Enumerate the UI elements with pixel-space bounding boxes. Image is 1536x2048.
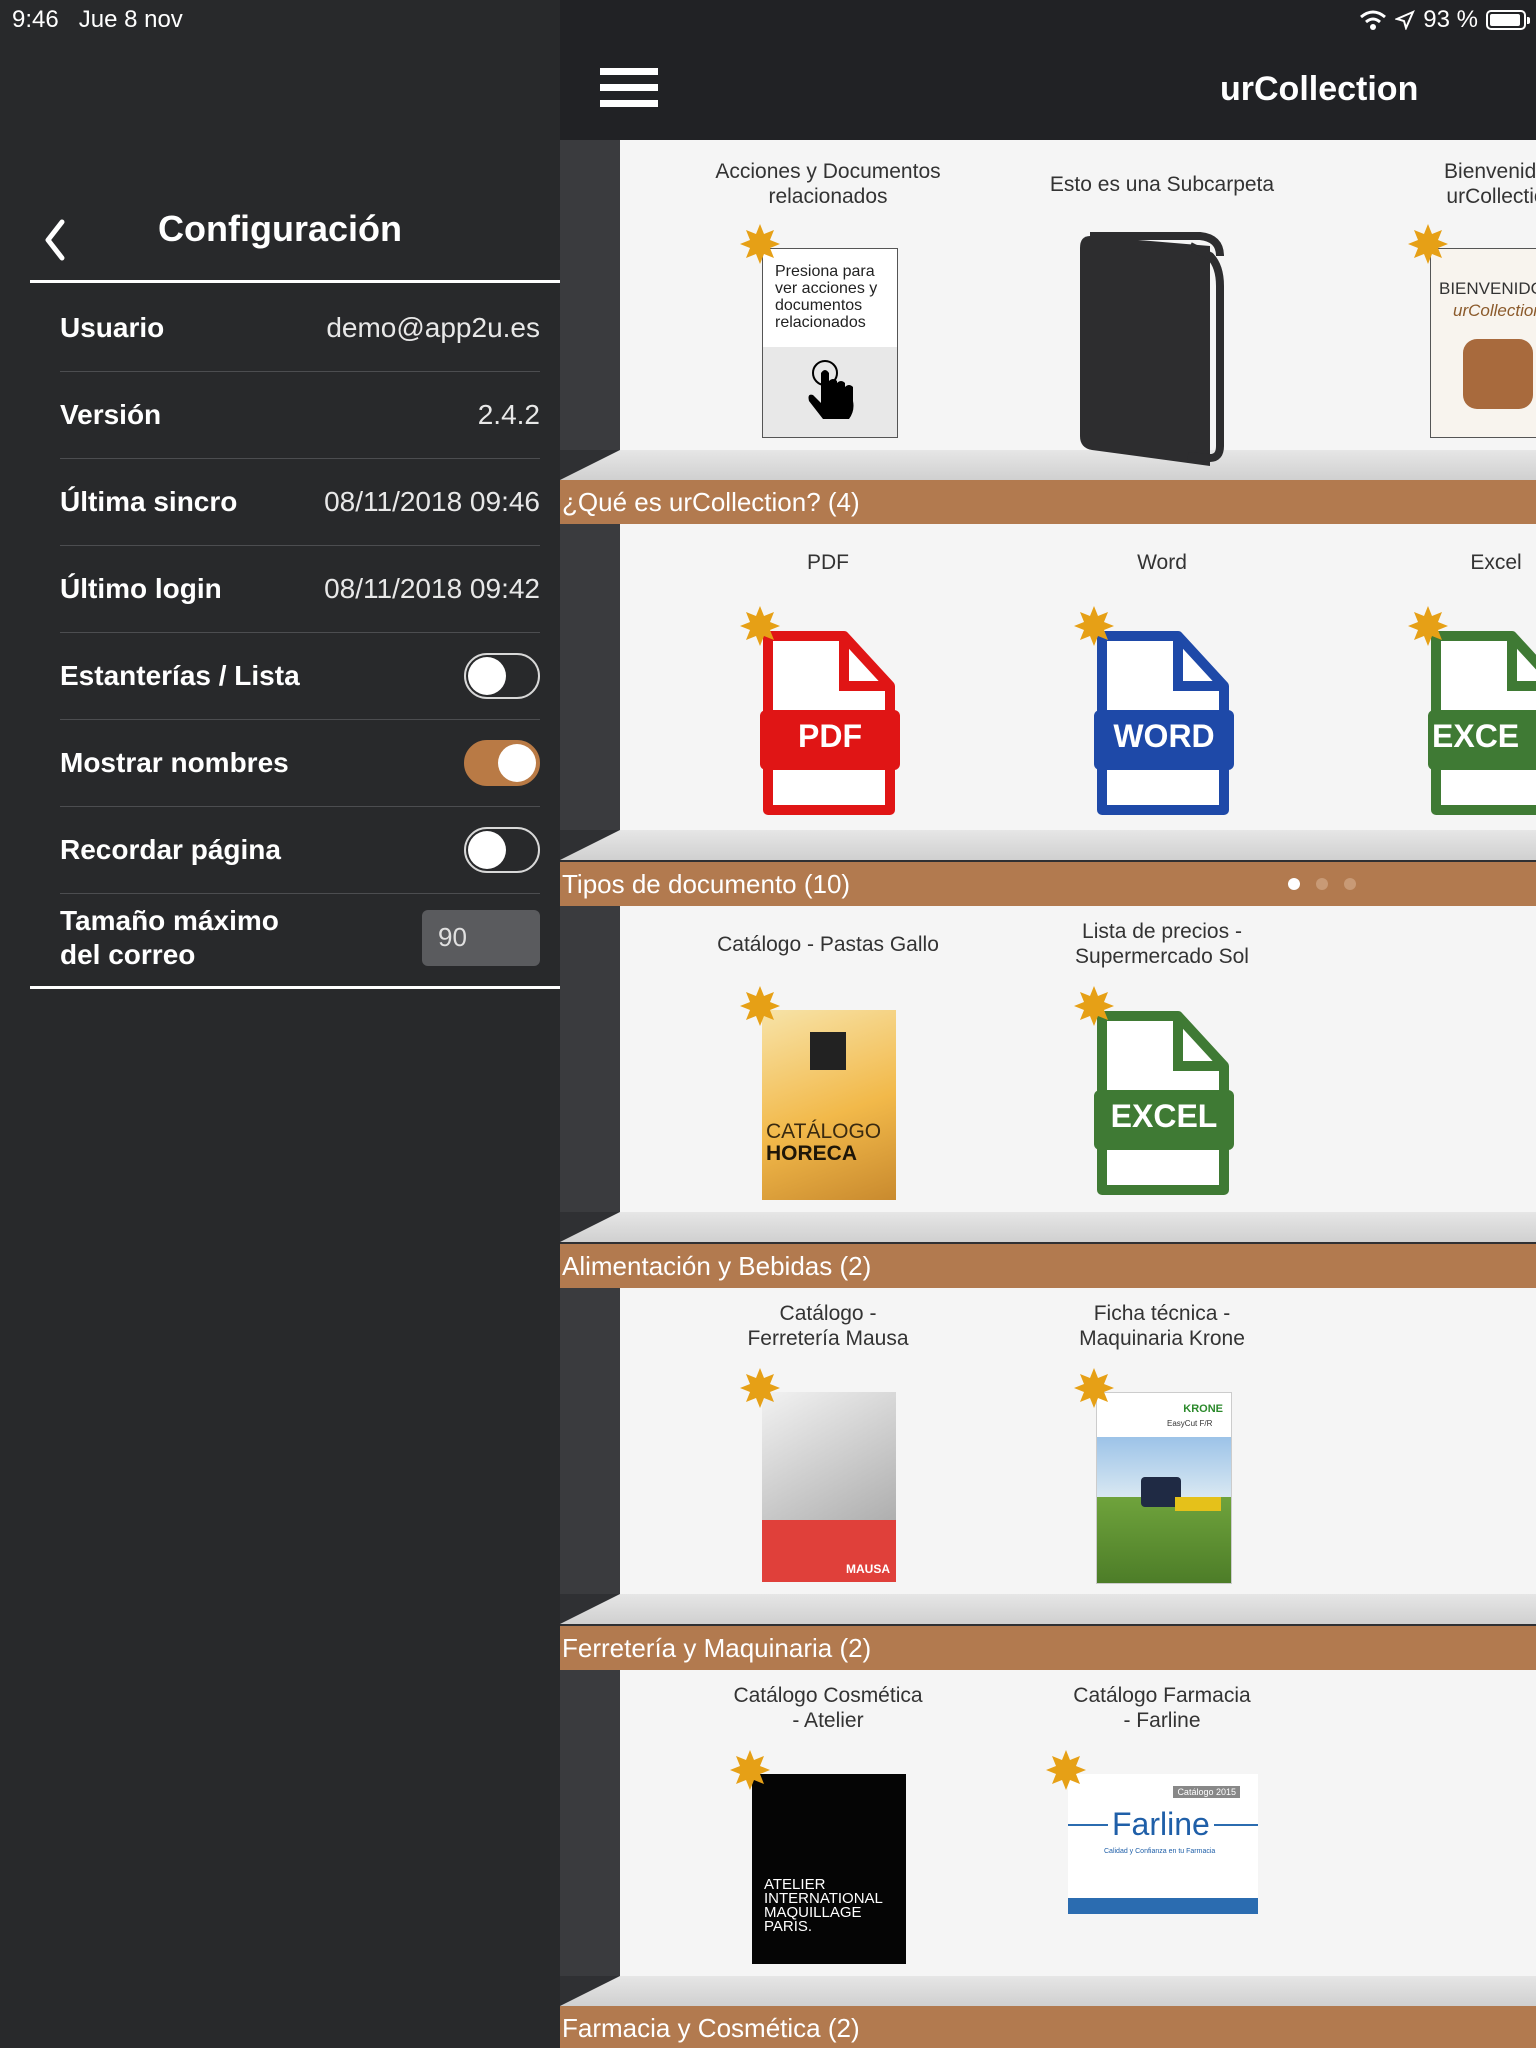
- gallo-catalog-cover[interactable]: CATÁLOGO HORECA: [762, 1010, 896, 1200]
- new-badge-icon: [1074, 1368, 1114, 1408]
- section-band[interactable]: Farmacia y Cosmética (2): [560, 2006, 1536, 2048]
- app-title: urCollection: [1220, 70, 1419, 108]
- new-badge-icon: [740, 606, 780, 646]
- excel-file-icon[interactable]: EXCEL: [1094, 1010, 1234, 1205]
- row-value: demo@app2u.es: [326, 312, 540, 343]
- row-label: Último login: [60, 573, 222, 604]
- header-divider: [30, 280, 560, 283]
- item-catalogo-mausa[interactable]: Catálogo - Ferretería Mausa: [678, 1300, 978, 1352]
- section-band[interactable]: Ferretería y Maquinaria (2): [560, 1626, 1536, 1670]
- nav-bar: 93 % urCollection: [560, 0, 1536, 140]
- row-ultimo-login: Último login 08/11/2018 09:42: [60, 546, 540, 633]
- new-badge-icon: [1074, 606, 1114, 646]
- shelf-featured: Acciones y Documentos relacionados Presio…: [560, 140, 1536, 480]
- row-value: 2.4.2: [477, 399, 540, 430]
- tap-hand-icon: [808, 360, 854, 419]
- item-subcarpeta[interactable]: Esto es una Subcarpeta: [1012, 158, 1312, 210]
- section-band[interactable]: Tipos de documento (10): [560, 862, 1536, 906]
- mausa-catalog-cover[interactable]: MAUSA: [762, 1392, 896, 1582]
- shelf-que-es: PDF PDF Word WORD Excel EXCE: [560, 524, 1536, 862]
- item-catalogo-atelier[interactable]: Catálogo Cosmética - Atelier: [678, 1682, 978, 1734]
- row-usuario: Usuario demo@app2u.es: [60, 285, 540, 372]
- page-title: Configuración: [158, 208, 402, 249]
- new-badge-icon: [730, 1750, 770, 1790]
- shelf-tipos: Catálogo - Pastas Gallo CATÁLOGO HORECA …: [560, 906, 1536, 1244]
- item-pdf[interactable]: PDF: [678, 536, 978, 588]
- row-label: Versión: [60, 399, 162, 430]
- briefcase-icon: [1463, 339, 1533, 409]
- row-label: Usuario: [60, 312, 165, 343]
- status-date: Jue 8 nov: [78, 6, 183, 33]
- battery-percent: 93 %: [1423, 6, 1478, 33]
- row-estanterias-lista: Estanterías / Lista: [60, 633, 540, 720]
- mostrar-nombres-toggle[interactable]: [464, 740, 540, 786]
- pdf-file-icon[interactable]: PDF: [760, 630, 900, 825]
- back-chevron-icon[interactable]: [36, 210, 76, 270]
- welcome-card[interactable]: BIENVENIDO urCollection: [1430, 248, 1536, 438]
- row-version: Versión 2.4.2: [60, 372, 540, 459]
- new-badge-icon: [740, 986, 780, 1026]
- farline-catalog-cover[interactable]: Catálogo 2015 Farline Calidad y Confianz…: [1068, 1774, 1258, 1914]
- row-mostrar-nombres: Mostrar nombres: [60, 720, 540, 807]
- battery-icon: [1486, 10, 1530, 30]
- status-indicators: 93 %: [1359, 6, 1530, 34]
- page-indicator[interactable]: [1288, 862, 1356, 906]
- row-label: Tamaño máximo del correo: [60, 904, 279, 970]
- new-badge-icon: [740, 1368, 780, 1408]
- atelier-catalog-cover[interactable]: ATELIER INTERNATIONAL MAQUILLAGE PARIS.: [752, 1774, 906, 1964]
- new-badge-icon: [1074, 986, 1114, 1026]
- estanterias-toggle[interactable]: [464, 653, 540, 699]
- excel-file-icon[interactable]: EXCE: [1428, 630, 1536, 820]
- bottom-divider: [30, 986, 560, 989]
- new-badge-icon: [1408, 224, 1448, 264]
- recordar-pagina-toggle[interactable]: [464, 827, 540, 873]
- mail-size-input[interactable]: [422, 909, 540, 966]
- row-ultima-sincro: Última sincro 08/11/2018 09:46: [60, 459, 540, 546]
- new-badge-icon: [1408, 606, 1448, 646]
- settings-panel: 9:46 Jue 8 nov Configuración Usuario dem…: [0, 0, 560, 2048]
- item-lista-precios[interactable]: Lista de precios - Supermercado Sol: [1012, 918, 1312, 970]
- row-label: Recordar página: [60, 834, 281, 865]
- status-time-date: 9:46 Jue 8 nov: [12, 6, 183, 34]
- section-band[interactable]: Alimentación y Bebidas (2): [560, 1244, 1536, 1288]
- item-acciones-documentos[interactable]: Acciones y Documentos relacionados: [678, 158, 978, 210]
- hamburger-menu-icon[interactable]: [600, 68, 658, 112]
- item-ficha-krone[interactable]: Ficha técnica - Maquinaria Krone: [1012, 1300, 1312, 1352]
- row-tamano-correo: Tamaño máximo del correo: [60, 894, 540, 981]
- folder-icon[interactable]: [1070, 226, 1260, 466]
- item-excel[interactable]: Excel: [1346, 536, 1536, 588]
- location-arrow-icon: [1395, 10, 1416, 30]
- wifi-icon: [1360, 10, 1387, 30]
- row-value: 08/11/2018 09:46: [324, 486, 540, 517]
- row-recordar-pagina: Recordar página: [60, 807, 540, 894]
- shelf-ferreteria: Catálogo Cosmética - Atelier ATELIER INTE…: [560, 1670, 1536, 2008]
- shelf-alimentacion: Catálogo - Ferretería Mausa MAUSA Ficha t…: [560, 1288, 1536, 1626]
- row-label: Última sincro: [60, 486, 238, 517]
- row-label: Estanterías / Lista: [60, 660, 300, 691]
- word-file-icon[interactable]: WORD: [1094, 630, 1234, 825]
- new-badge-icon: [1046, 1750, 1086, 1790]
- krone-sheet-cover[interactable]: KRONE EasyCut F/R: [1096, 1392, 1232, 1584]
- item-word[interactable]: Word: [1012, 536, 1312, 588]
- item-bienvenido[interactable]: BienvenidourCollectio: [1346, 158, 1536, 210]
- section-band[interactable]: ¿Qué es urCollection? (4): [560, 480, 1536, 524]
- row-value: 08/11/2018 09:42: [324, 573, 540, 604]
- item-catalogo-gallo[interactable]: Catálogo - Pastas Gallo: [678, 918, 978, 970]
- collection-view: 93 % urCollection Acciones y Documentos r…: [560, 0, 1536, 2048]
- action-card[interactable]: Presiona para ver acciones y documentos …: [762, 248, 898, 438]
- new-badge-icon: [740, 224, 780, 264]
- status-time: 9:46: [12, 6, 59, 33]
- item-catalogo-farline[interactable]: Catálogo Farmacia - Farline: [1012, 1682, 1312, 1734]
- config-header: Configuración: [0, 200, 560, 280]
- row-label: Mostrar nombres: [60, 747, 289, 778]
